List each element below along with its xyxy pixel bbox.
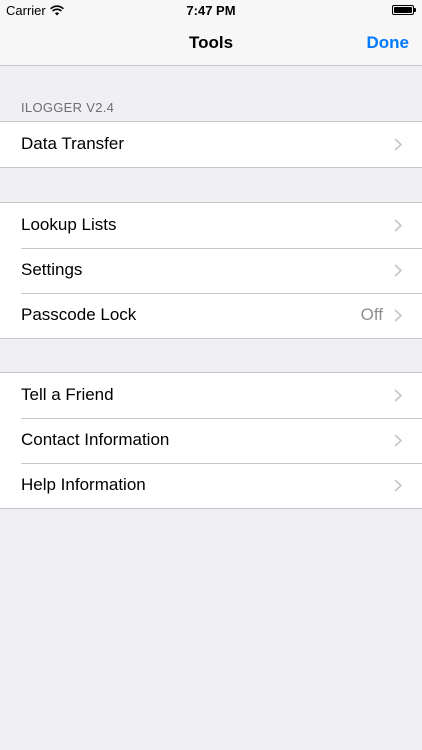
page-title: Tools (188, 33, 234, 52)
settings-group-transfer: Data Transfer (0, 121, 422, 168)
status-time: 7:47 PM (186, 3, 236, 18)
row-label: Tell a Friend (21, 385, 114, 404)
row-label: Lookup Lists (21, 215, 117, 234)
settings-group-info: Tell a Friend Contact Information Help I… (0, 372, 422, 509)
done-button[interactable]: Done (367, 33, 410, 53)
row-label: Passcode Lock (21, 305, 137, 324)
row-label: Help Information (21, 475, 146, 494)
settings-group-config: Lookup Lists Settings Passcode Lock Off (0, 202, 422, 339)
help-information-row[interactable]: Help Information (0, 463, 422, 508)
section-header: ILOGGER V2.4 (21, 100, 115, 115)
settings-row[interactable]: Settings (0, 248, 422, 293)
battery-icon (392, 5, 416, 15)
chevron-right-icon (394, 479, 402, 492)
chevron-right-icon (394, 264, 402, 277)
navigation-bar: Tools Done (0, 22, 422, 66)
tell-a-friend-row[interactable]: Tell a Friend (0, 373, 422, 418)
passcode-lock-status: Off (360, 305, 383, 324)
chevron-right-icon (394, 219, 402, 232)
row-label: Settings (21, 260, 83, 279)
chevron-right-icon (394, 309, 402, 322)
chevron-right-icon (394, 434, 402, 447)
chevron-right-icon (394, 138, 402, 151)
contact-information-row[interactable]: Contact Information (0, 418, 422, 463)
status-bar: Carrier 7:47 PM (0, 0, 422, 22)
row-label: Contact Information (21, 430, 170, 449)
lookup-lists-row[interactable]: Lookup Lists (0, 203, 422, 248)
row-label: Data Transfer (21, 134, 124, 153)
data-transfer-row[interactable]: Data Transfer (0, 122, 422, 167)
chevron-right-icon (394, 389, 402, 402)
passcode-lock-row[interactable]: Passcode Lock Off (0, 293, 422, 338)
